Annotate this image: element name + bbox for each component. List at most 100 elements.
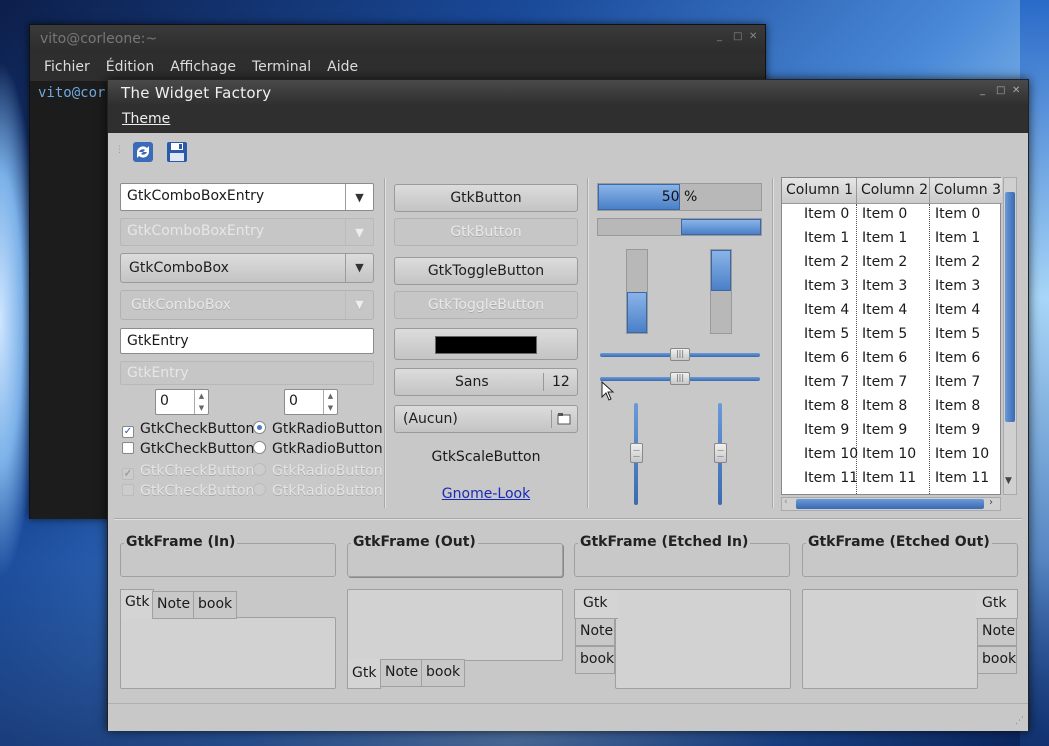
tree-cell[interactable]: Item 8 [804,398,849,414]
link-button[interactable]: Gnome-Look [394,486,578,502]
menu-terminal[interactable]: Terminal [244,53,319,81]
tab-note[interactable]: Note [380,659,424,687]
entry[interactable]: GtkEntry [120,328,374,354]
scale-button[interactable]: GtkScaleButton [394,449,578,465]
tree-cell[interactable]: Item 11 [935,470,989,486]
tree-cell[interactable]: Item 6 [862,350,907,366]
tree-cell[interactable]: Item 2 [804,254,849,270]
tree-cell[interactable]: Item 2 [862,254,907,270]
close-icon[interactable]: ✕ [1012,85,1020,96]
slider-knob[interactable]: — — [714,443,727,463]
menu-fichier[interactable]: Fichier [36,53,98,81]
tree-cell[interactable]: Item 11 [862,470,916,486]
menu-theme[interactable]: Theme [122,111,170,127]
chevron-down-icon[interactable]: ▼ [345,184,373,210]
color-button[interactable] [394,328,578,360]
minimize-icon[interactable]: _ [717,31,722,42]
tree-view[interactable]: Column 1 Column 2 Column 3 Item 0 Item 0 I… [781,177,1002,495]
tab-gtk[interactable]: Gtk [976,589,1018,619]
tree-cell[interactable]: Item 8 [862,398,907,414]
maximize-icon[interactable]: □ [733,31,742,42]
tab-note[interactable]: Note [152,591,196,619]
tree-cell[interactable]: Item 5 [862,326,907,342]
checkbox-icon[interactable] [122,442,134,454]
combo-box-entry[interactable]: GtkComboBoxEntry ▼ [120,183,374,211]
column-header-2[interactable]: Column 2 [857,178,930,204]
radio-button-selected[interactable]: GtkRadioButton [253,421,383,437]
font-button[interactable]: Sans 12 [394,368,578,396]
spin-button-2[interactable]: 0 ▲ ▼ [284,389,338,415]
tree-cell[interactable]: Item 8 [935,398,980,414]
tree-cell[interactable]: Item 6 [935,350,980,366]
toolbar-handle[interactable]: ⋮ [115,145,124,155]
tab-gtk[interactable]: Gtk [347,659,382,689]
tree-cell[interactable]: Item 4 [804,302,849,318]
vertical-scrollbar[interactable]: ▼ [1003,177,1017,495]
resize-grip-icon[interactable]: ⋰ [1015,716,1024,726]
tree-cell[interactable]: Item 3 [935,278,980,294]
tree-cell[interactable]: Item 4 [935,302,980,318]
tree-cell[interactable]: Item 3 [804,278,849,294]
tree-cell[interactable]: Item 9 [862,422,907,438]
toggle-button[interactable]: GtkToggleButton [394,257,578,285]
column-header-3[interactable]: Column 3 [930,178,1002,204]
scrollbar-thumb[interactable] [1005,192,1015,422]
tab-gtk[interactable]: Gtk [120,589,155,619]
chevron-down-icon[interactable]: ▼ [1005,476,1012,486]
chevron-right-icon[interactable]: › [989,497,993,508]
tree-cell[interactable]: Item 0 [804,206,849,222]
menu-aide[interactable]: Aide [319,53,366,81]
minimize-icon[interactable]: _ [980,85,985,96]
tree-cell[interactable]: Item 5 [804,326,849,342]
maximize-icon[interactable]: □ [996,85,1005,96]
tree-cell[interactable]: Item 11 [804,470,858,486]
tree-cell[interactable]: Item 9 [804,422,849,438]
check-button-checked[interactable]: ✓ GtkCheckButton [122,421,254,438]
menu-affichage[interactable]: Affichage [162,53,244,81]
column-header-1[interactable]: Column 1 [782,178,857,204]
tree-cell[interactable]: Item 0 [862,206,907,222]
radio-icon[interactable] [253,441,266,454]
combo-box[interactable]: GtkComboBox ▼ [120,253,374,283]
tree-cell[interactable]: Item 1 [804,230,849,246]
tree-cell[interactable]: Item 10 [804,446,858,462]
gtk-button[interactable]: GtkButton [394,184,578,212]
save-icon[interactable] [166,141,188,163]
slider-knob[interactable]: ||| [670,372,690,385]
radio-button[interactable]: GtkRadioButton [253,441,383,457]
spin-arrows-icon[interactable]: ▲ ▼ [323,390,337,414]
tree-cell[interactable]: Item 3 [862,278,907,294]
check-button[interactable]: GtkCheckButton [122,441,254,457]
tree-cell[interactable]: Item 1 [935,230,980,246]
spin-button-1[interactable]: 0 ▲ ▼ [155,389,209,415]
tree-cell[interactable]: Item 1 [862,230,907,246]
tree-cell[interactable]: Item 10 [862,446,916,462]
tree-cell[interactable]: Item 6 [804,350,849,366]
tree-cell[interactable]: Item 2 [935,254,980,270]
tab-gtk[interactable]: Gtk [574,589,618,619]
tree-cell[interactable]: Item 10 [935,446,989,462]
scrollbar-thumb[interactable] [796,499,984,509]
menu-edition[interactable]: Édition [98,53,162,81]
tab-note[interactable]: Note [977,618,1017,646]
tree-cell[interactable]: Item 7 [862,374,907,390]
tree-cell[interactable]: Item 0 [935,206,980,222]
tree-cell[interactable]: Item 5 [935,326,980,342]
tab-book[interactable]: book [977,646,1017,674]
tab-book[interactable]: book [575,646,615,674]
tree-cell[interactable]: Item 9 [935,422,980,438]
chevron-left-icon[interactable]: ‹ [784,497,788,507]
tree-cell[interactable]: Item 7 [935,374,980,390]
radio-selected-icon[interactable] [253,421,266,434]
tab-book[interactable]: book [193,591,238,619]
tab-book[interactable]: book [421,659,466,687]
horizontal-scrollbar[interactable]: ‹ › [781,497,1001,511]
tree-cell[interactable]: Item 4 [862,302,907,318]
checkbox-checked-icon[interactable]: ✓ [122,426,134,438]
close-icon[interactable]: ✕ [749,31,757,42]
slider-knob[interactable]: — — [630,443,643,463]
file-chooser-button[interactable]: (Aucun) [394,405,578,433]
slider-knob[interactable]: ||| [670,348,690,361]
tab-note[interactable]: Note [575,618,615,646]
refresh-icon[interactable] [132,141,154,163]
